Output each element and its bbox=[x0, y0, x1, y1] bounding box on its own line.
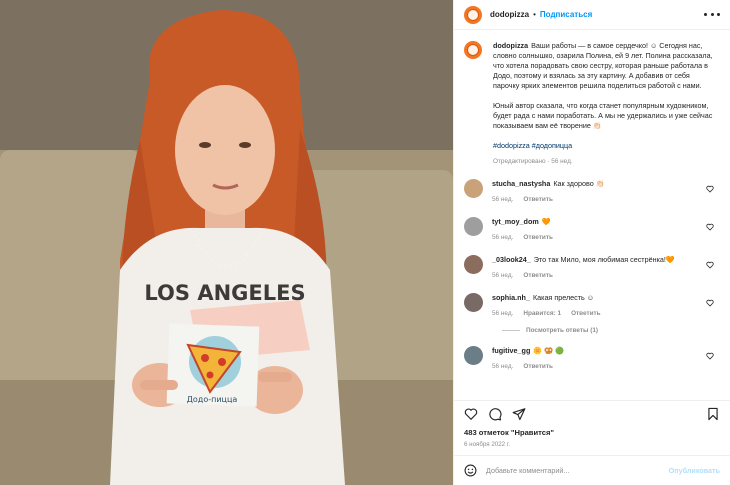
post-side-panel: dodopizza • Подписаться dodopizza Ваши ра… bbox=[453, 0, 730, 485]
comment-icon[interactable] bbox=[488, 407, 502, 421]
reply-button[interactable]: Ответить bbox=[571, 309, 601, 319]
send-icon[interactable] bbox=[512, 407, 526, 421]
avatar[interactable] bbox=[464, 217, 483, 236]
heart-icon[interactable] bbox=[706, 352, 714, 360]
view-replies-button[interactable]: Посмотреть ответы (1) bbox=[502, 327, 720, 334]
comment-item: sophia.nh_ Какая прелесть ☺ 56 нед. Нрави… bbox=[464, 293, 720, 319]
avatar[interactable] bbox=[464, 293, 483, 312]
post-comment-button[interactable]: Опубликовать bbox=[669, 466, 720, 475]
caption-meta: Отредактировано · 56 нед. bbox=[493, 158, 573, 165]
comment-time: 56 нед. bbox=[492, 196, 514, 203]
comment-item: stucha_nastysha Как здорово 👏🏻 56 нед. От… bbox=[464, 179, 720, 205]
comment-text: 🧡 bbox=[541, 217, 551, 226]
caption-username[interactable]: dodopizza bbox=[493, 41, 528, 50]
comment-username[interactable]: tyt_moy_dom bbox=[492, 217, 539, 226]
heart-icon[interactable] bbox=[706, 299, 714, 307]
shirt-text: LOS ANGELES bbox=[144, 281, 305, 305]
smiley-icon[interactable] bbox=[464, 464, 477, 477]
comment-username[interactable]: stucha_nastysha bbox=[492, 179, 550, 188]
comments-feed[interactable]: dodopizza Ваши работы — в самое сердечко!… bbox=[454, 31, 730, 400]
comment-username[interactable]: fugitive_gg bbox=[492, 346, 530, 355]
heart-icon[interactable] bbox=[706, 185, 714, 193]
reply-button[interactable]: Ответить bbox=[523, 271, 553, 281]
post-header: dodopizza • Подписаться bbox=[454, 0, 730, 30]
comment-item: _03look24_ Это так Мило, моя любимая сест… bbox=[464, 255, 720, 281]
comment-input[interactable] bbox=[486, 466, 669, 475]
comment-username[interactable]: sophia.nh_ bbox=[492, 293, 530, 302]
avatar[interactable] bbox=[464, 255, 483, 274]
replies-divider bbox=[502, 330, 520, 331]
comment-text: 🌼 🥨 🟢 bbox=[533, 346, 565, 355]
comment-time: 56 нед. bbox=[492, 363, 514, 370]
post-date: 6 ноября 2022 г. bbox=[464, 441, 511, 448]
add-comment-bar: Опубликовать bbox=[454, 455, 730, 485]
comment-time: 56 нед. bbox=[492, 310, 514, 317]
comment-time: 56 нед. bbox=[492, 234, 514, 241]
card-text: Додо-пицца bbox=[187, 395, 238, 404]
caption-hashtags[interactable]: #dodopizza #додопицца bbox=[493, 141, 715, 151]
comment-text: Как здорово 👏🏻 bbox=[553, 179, 605, 188]
photo-illustration: LOS ANGELES Додо-пицца bbox=[0, 0, 453, 485]
heart-icon[interactable] bbox=[706, 223, 714, 231]
heart-icon[interactable] bbox=[464, 407, 478, 421]
caption-paragraph-2: Юный автор сказала, что когда станет поп… bbox=[493, 101, 713, 130]
post-photo[interactable]: LOS ANGELES Додо-пицца bbox=[0, 0, 453, 485]
avatar[interactable] bbox=[464, 179, 483, 198]
author-username[interactable]: dodopizza bbox=[490, 10, 529, 19]
reply-button[interactable]: Ответить bbox=[523, 195, 553, 205]
likes-count[interactable]: 483 отметок "Нравится" bbox=[464, 428, 554, 437]
avatar[interactable] bbox=[464, 346, 483, 365]
view-replies-label: Посмотреть ответы (1) bbox=[526, 327, 599, 334]
post-caption: dodopizza Ваши работы — в самое сердечко!… bbox=[464, 41, 720, 167]
reply-button[interactable]: Ответить bbox=[523, 362, 553, 372]
likes-count[interactable]: Нравится: 1 bbox=[523, 309, 561, 319]
comment-text: Какая прелесть ☺ bbox=[532, 293, 595, 302]
bookmark-icon[interactable] bbox=[706, 407, 720, 421]
separator-dot: • bbox=[533, 10, 536, 19]
more-horizontal-icon[interactable] bbox=[704, 10, 720, 20]
follow-button[interactable]: Подписаться bbox=[540, 10, 592, 19]
avatar[interactable] bbox=[464, 5, 482, 24]
comment-username[interactable]: _03look24_ bbox=[492, 255, 531, 264]
avatar[interactable] bbox=[464, 41, 482, 59]
post-actions bbox=[454, 400, 730, 426]
comment-item: fugitive_gg 🌼 🥨 🟢 56 нед. Ответить bbox=[464, 346, 720, 372]
reply-button[interactable]: Ответить bbox=[523, 233, 553, 243]
comment-time: 56 нед. bbox=[492, 272, 514, 279]
comment-text: Это так Мило, моя любимая сестрёнка!🧡 bbox=[533, 255, 675, 264]
heart-icon[interactable] bbox=[706, 261, 714, 269]
comment-item: tyt_moy_dom 🧡 56 нед. Ответить bbox=[464, 217, 720, 243]
